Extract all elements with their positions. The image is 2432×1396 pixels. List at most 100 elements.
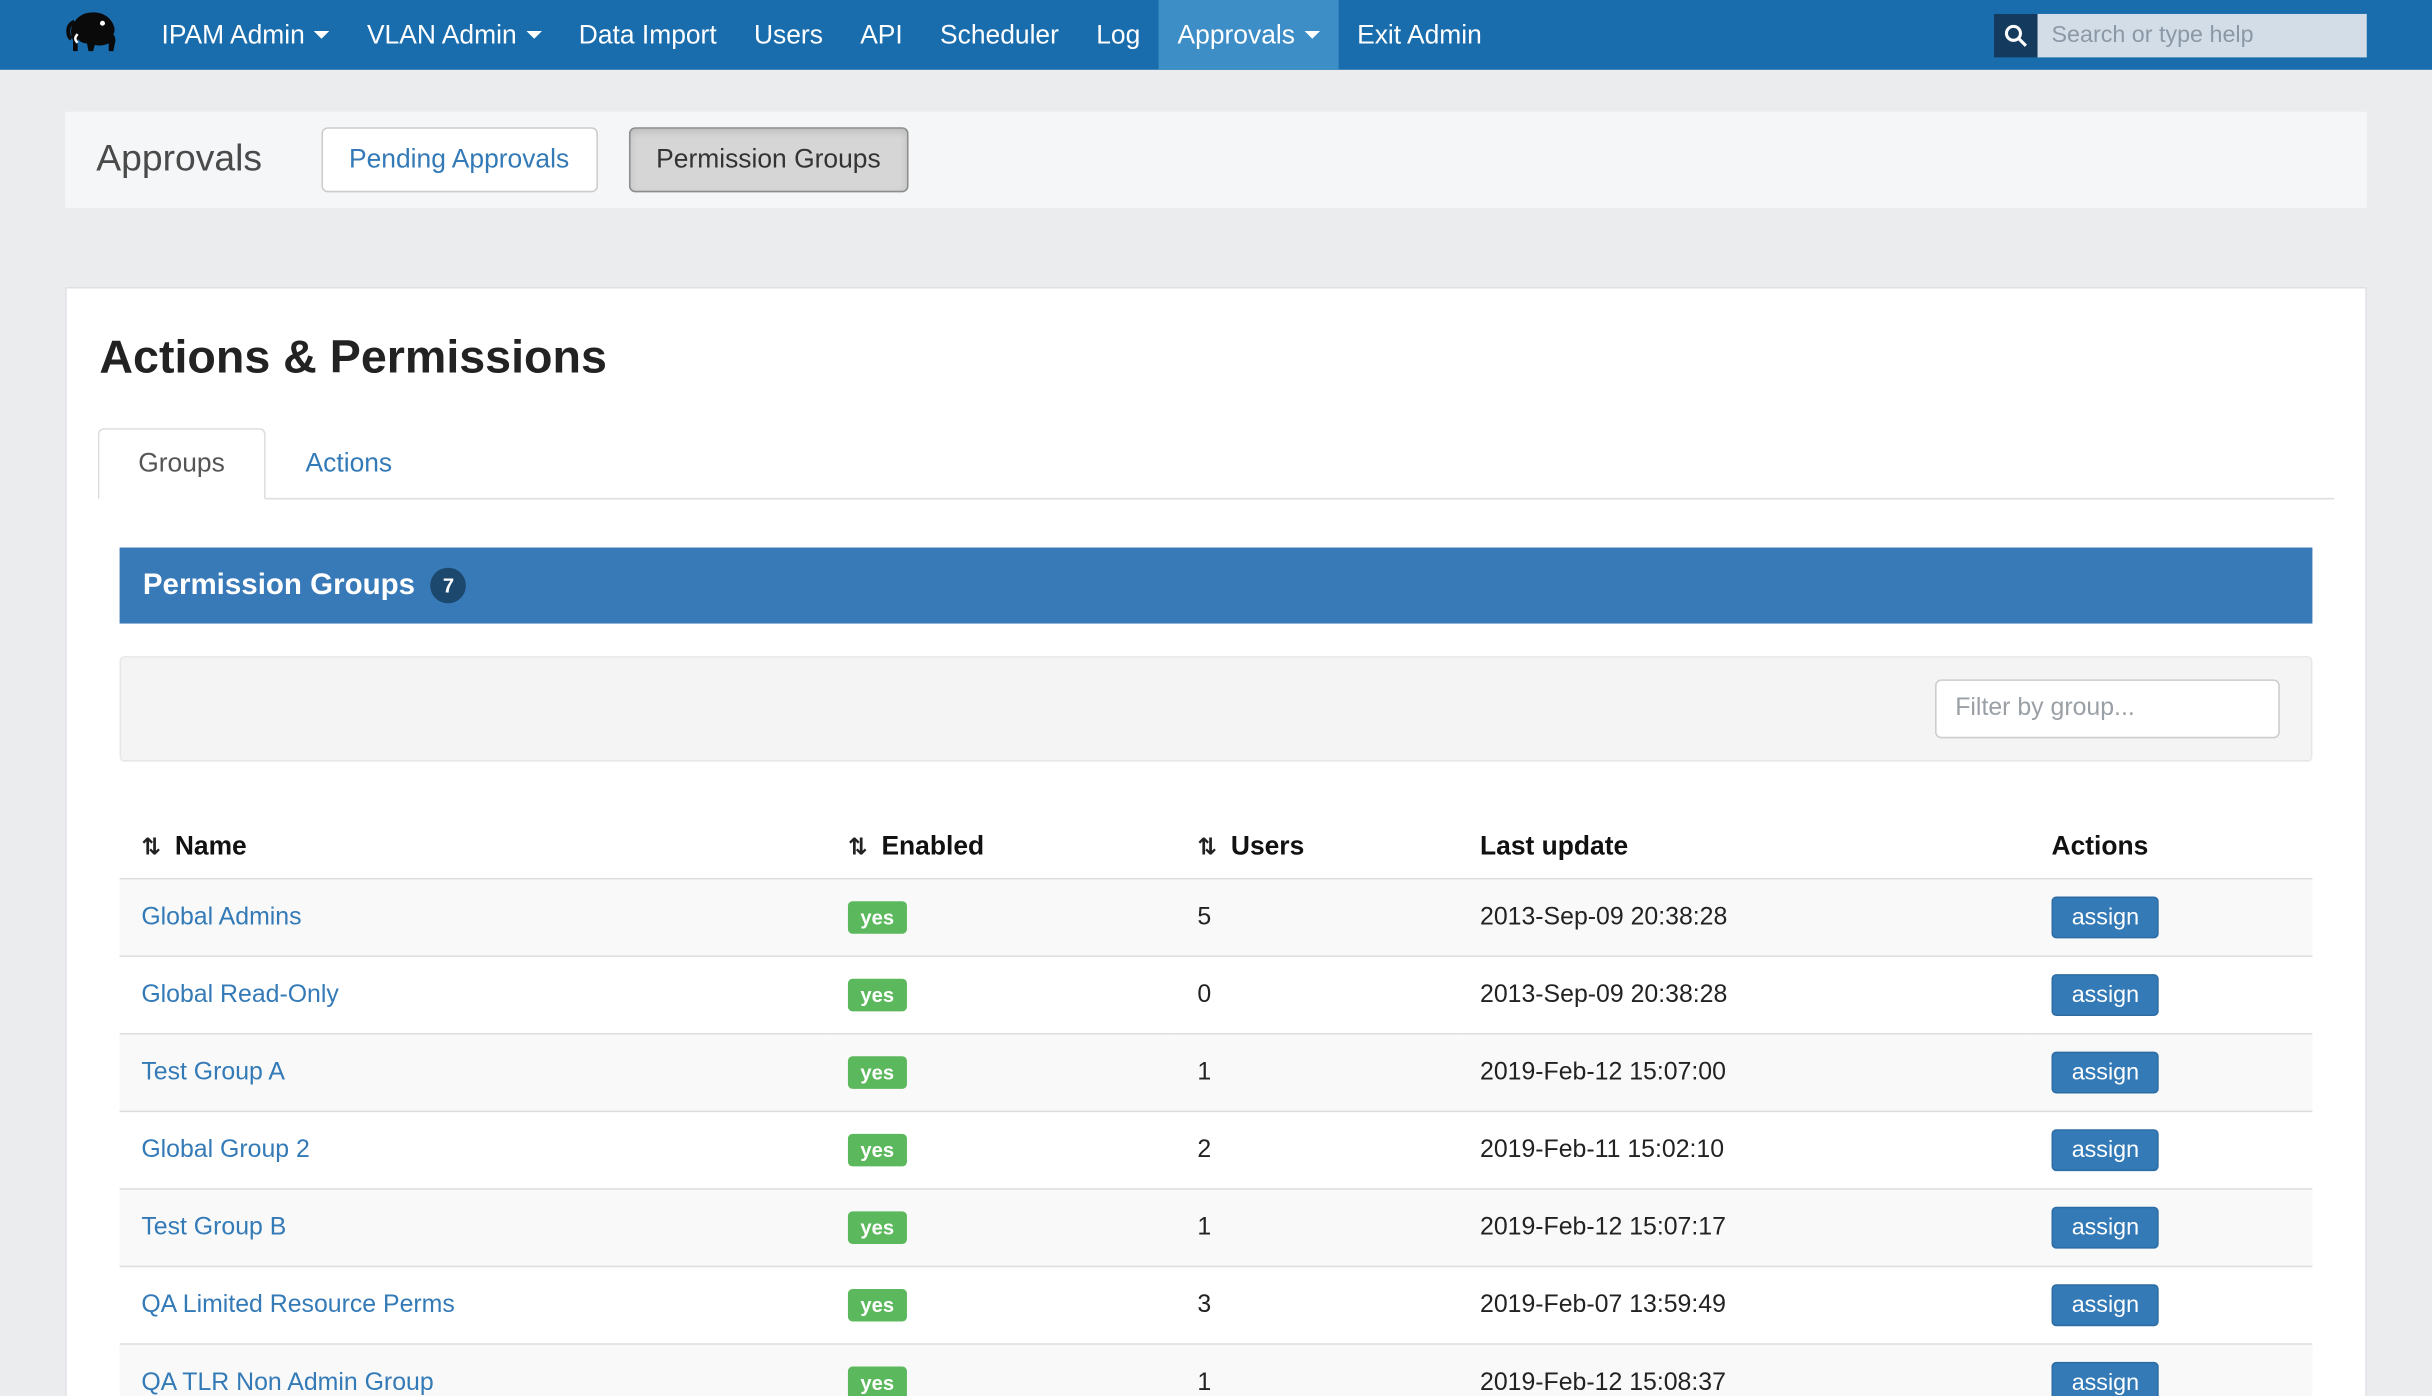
- page-title: Actions & Permissions: [99, 332, 2334, 385]
- group-name-link[interactable]: QA Limited Resource Perms: [141, 1291, 454, 1317]
- enabled-badge: yes: [848, 1289, 907, 1322]
- last-update: 2019-Feb-12 15:07:17: [1458, 1189, 2030, 1267]
- actions-permissions-card: Actions & Permissions Groups Actions Per…: [65, 287, 2367, 1396]
- table-row: Test Group A yes 1 2019-Feb-12 15:07:00 …: [120, 1034, 2313, 1112]
- top-navbar: IPAM Admin VLAN Admin Data Import Users …: [0, 0, 2432, 70]
- caret-down-icon: [1304, 31, 1320, 39]
- nav-item-label: Data Import: [579, 19, 717, 50]
- assign-button[interactable]: assign: [2052, 1284, 2160, 1326]
- nav-item-users[interactable]: Users: [735, 0, 841, 70]
- panel-title: Permission Groups: [143, 568, 415, 602]
- sort-icon: ⇅: [1197, 833, 1217, 861]
- group-name-link[interactable]: Global Group 2: [141, 1136, 310, 1162]
- table-row: Global Read-Only yes 0 2013-Sep-09 20:38…: [120, 956, 2313, 1034]
- last-update: 2019-Feb-11 15:02:10: [1458, 1111, 2030, 1189]
- pending-approvals-button[interactable]: Pending Approvals: [321, 127, 597, 192]
- nav-item-vlan-admin[interactable]: VLAN Admin: [348, 0, 560, 70]
- last-update: 2013-Sep-09 20:38:28: [1458, 879, 2030, 957]
- nav-item-approvals[interactable]: Approvals: [1159, 0, 1339, 70]
- permission-groups-table: ⇅ Name ⇅ Enabled ⇅ Users Last update: [120, 816, 2313, 1396]
- enabled-badge: yes: [848, 979, 907, 1012]
- navbar-search: [1994, 13, 2367, 56]
- users-count: 0: [1176, 956, 1459, 1034]
- permission-groups-panel: Permission Groups 7 ⇅ Name: [120, 548, 2313, 1396]
- table-row: Test Group B yes 1 2019-Feb-12 15:07:17 …: [120, 1189, 2313, 1267]
- column-header-users[interactable]: ⇅ Users: [1176, 816, 1459, 879]
- enabled-badge: yes: [848, 1367, 907, 1396]
- table-row: QA TLR Non Admin Group yes 1 2019-Feb-12…: [120, 1344, 2313, 1396]
- column-header-last-update: Last update: [1458, 816, 2030, 879]
- group-name-link[interactable]: Test Group A: [141, 1059, 285, 1085]
- users-count: 1: [1176, 1344, 1459, 1396]
- table-row: Global Admins yes 5 2013-Sep-09 20:38:28…: [120, 879, 2313, 957]
- column-header-enabled[interactable]: ⇅ Enabled: [826, 816, 1175, 879]
- column-header-label: Actions: [2052, 831, 2149, 860]
- tab-groups[interactable]: Groups: [98, 428, 265, 499]
- last-update: 2019-Feb-12 15:07:00: [1458, 1034, 2030, 1112]
- nav-item-label: Users: [754, 19, 823, 50]
- enabled-badge: yes: [848, 1211, 907, 1244]
- nav-item-label: Scheduler: [940, 19, 1059, 50]
- viewport: IPAM Admin VLAN Admin Data Import Users …: [0, 0, 2432, 1396]
- column-header-label: Name: [175, 831, 247, 860]
- filter-by-group-input[interactable]: [1935, 679, 2280, 738]
- column-header-label: Last update: [1480, 831, 1628, 860]
- nav-item-label: Approvals: [1178, 19, 1295, 50]
- mammoth-logo-icon: [65, 8, 118, 62]
- users-count: 2: [1176, 1111, 1459, 1189]
- group-name-link[interactable]: Global Read-Only: [141, 981, 338, 1007]
- caret-down-icon: [314, 31, 330, 39]
- assign-button[interactable]: assign: [2052, 1207, 2160, 1249]
- group-name-link[interactable]: Test Group B: [141, 1214, 286, 1240]
- search-input[interactable]: [2038, 13, 2367, 56]
- nav-item-label: VLAN Admin: [367, 19, 517, 50]
- users-count: 1: [1176, 1034, 1459, 1112]
- group-name-link[interactable]: Global Admins: [141, 904, 301, 930]
- table-row: Global Group 2 yes 2 2019-Feb-11 15:02:1…: [120, 1111, 2313, 1189]
- assign-button[interactable]: assign: [2052, 974, 2160, 1016]
- nav-item-label: Log: [1096, 19, 1140, 50]
- column-header-label: Enabled: [881, 831, 984, 860]
- nav-item-label: IPAM Admin: [162, 19, 305, 50]
- last-update: 2013-Sep-09 20:38:28: [1458, 956, 2030, 1034]
- approvals-toolbar: Approvals Pending Approvals Permission G…: [65, 112, 2367, 208]
- nav-item-label: Exit Admin: [1357, 19, 1482, 50]
- group-count-badge: 7: [431, 568, 467, 604]
- users-count: 5: [1176, 879, 1459, 957]
- users-count: 1: [1176, 1189, 1459, 1267]
- table-filter-bar: [120, 656, 2313, 761]
- tab-actions[interactable]: Actions: [265, 428, 432, 499]
- assign-button[interactable]: assign: [2052, 1362, 2160, 1396]
- column-header-label: Users: [1231, 831, 1304, 860]
- enabled-badge: yes: [848, 1056, 907, 1089]
- column-header-name[interactable]: ⇅ Name: [120, 816, 827, 879]
- phpipam-logo[interactable]: [62, 0, 143, 70]
- caret-down-icon: [526, 31, 542, 39]
- permission-groups-button[interactable]: Permission Groups: [628, 127, 908, 192]
- assign-button[interactable]: assign: [2052, 1052, 2160, 1094]
- nav-item-ipam-admin[interactable]: IPAM Admin: [143, 0, 348, 70]
- users-count: 3: [1176, 1266, 1459, 1344]
- panel-heading: Permission Groups 7: [120, 548, 2313, 624]
- last-update: 2019-Feb-07 13:59:49: [1458, 1266, 2030, 1344]
- nav-item-scheduler[interactable]: Scheduler: [921, 0, 1077, 70]
- toolbar-title: Approvals: [96, 138, 262, 181]
- nav-item-label: API: [860, 19, 903, 50]
- table-header-row: ⇅ Name ⇅ Enabled ⇅ Users Last update: [120, 816, 2313, 879]
- enabled-badge: yes: [848, 901, 907, 934]
- sort-icon: ⇅: [848, 833, 868, 861]
- enabled-badge: yes: [848, 1134, 907, 1167]
- panel-body: ⇅ Name ⇅ Enabled ⇅ Users Last update: [120, 624, 2313, 1396]
- nav-item-api[interactable]: API: [842, 0, 922, 70]
- nav-item-data-import[interactable]: Data Import: [560, 0, 735, 70]
- tab-bar: Groups Actions: [98, 428, 2334, 499]
- last-update: 2019-Feb-12 15:08:37: [1458, 1344, 2030, 1396]
- nav-item-exit-admin[interactable]: Exit Admin: [1338, 0, 1500, 70]
- assign-button[interactable]: assign: [2052, 897, 2160, 939]
- assign-button[interactable]: assign: [2052, 1129, 2160, 1171]
- search-icon: [1994, 13, 2037, 56]
- sort-icon: ⇅: [141, 833, 161, 861]
- group-name-link[interactable]: QA TLR Non Admin Group: [141, 1369, 433, 1395]
- column-header-actions: Actions: [2030, 816, 2313, 879]
- nav-item-log[interactable]: Log: [1078, 0, 1159, 70]
